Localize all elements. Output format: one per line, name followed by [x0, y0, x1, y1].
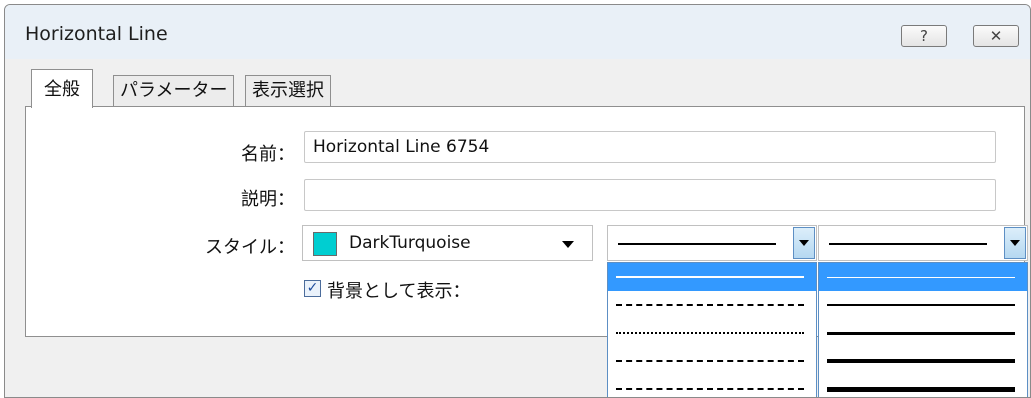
- line-style-sample: [616, 360, 804, 362]
- check-icon: ✓: [306, 280, 319, 296]
- title-bar: Horizontal Line ? ✕: [5, 5, 1030, 59]
- line-style-dropdown-list: [607, 262, 817, 397]
- name-label: 名前：: [241, 144, 295, 165]
- line-style-option-dash-dot-dot[interactable]: [608, 375, 816, 397]
- line-style-preview: [618, 243, 776, 245]
- line-width-sample: [827, 304, 1015, 306]
- line-width-option-2[interactable]: [819, 291, 1027, 319]
- description-label: 説明：: [241, 189, 295, 210]
- color-swatch: [313, 232, 337, 256]
- window-title: Horizontal Line: [25, 23, 168, 45]
- line-style-sample: [616, 304, 804, 306]
- line-width-option-5[interactable]: [819, 375, 1027, 397]
- help-icon: ?: [920, 27, 928, 45]
- line-style-option-dash-dot[interactable]: [608, 347, 816, 375]
- line-width-select[interactable]: [818, 225, 1028, 261]
- tab-visibility[interactable]: 表示選択: [245, 75, 331, 107]
- color-name: DarkTurquoise: [349, 233, 471, 253]
- close-icon: ✕: [989, 27, 1003, 45]
- help-button[interactable]: ?: [901, 25, 947, 47]
- description-field[interactable]: [304, 179, 996, 211]
- line-style-option-dot[interactable]: [608, 319, 816, 347]
- line-width-sample: [827, 359, 1015, 363]
- line-width-option-4[interactable]: [819, 347, 1027, 375]
- line-style-sample: [616, 332, 804, 334]
- background-label: 背景として表示：: [327, 281, 471, 302]
- tab-parameters[interactable]: パラメーター: [113, 75, 235, 107]
- background-checkbox[interactable]: ✓: [304, 280, 321, 297]
- close-button[interactable]: ✕: [973, 25, 1019, 47]
- dialog-window: Horizontal Line ? ✕ 全般 パラメーター 表示選択 名前： H…: [4, 4, 1031, 398]
- line-style-select[interactable]: [607, 225, 817, 261]
- chevron-down-icon: [1010, 240, 1020, 246]
- line-width-sample: [827, 277, 1015, 278]
- tab-general[interactable]: 全般: [31, 69, 93, 108]
- line-style-option-dash[interactable]: [608, 291, 816, 319]
- style-label: スタイル：: [205, 237, 295, 258]
- line-style-sample: [616, 388, 804, 390]
- name-field[interactable]: Horizontal Line 6754: [304, 131, 996, 163]
- line-width-dropdown-list: [818, 262, 1028, 397]
- line-width-option-3[interactable]: [819, 319, 1027, 347]
- line-style-sample: [616, 276, 804, 278]
- line-width-sample: [827, 387, 1015, 392]
- chevron-down-icon: [562, 241, 574, 248]
- chevron-down-icon: [799, 240, 809, 246]
- line-style-option-solid[interactable]: [608, 263, 816, 291]
- color-select[interactable]: DarkTurquoise: [302, 225, 593, 261]
- line-style-dropdown-button[interactable]: [793, 227, 815, 259]
- line-width-sample: [827, 332, 1015, 335]
- line-width-dropdown-button[interactable]: [1004, 227, 1026, 259]
- line-width-preview: [829, 243, 987, 245]
- line-width-option-1[interactable]: [819, 263, 1027, 291]
